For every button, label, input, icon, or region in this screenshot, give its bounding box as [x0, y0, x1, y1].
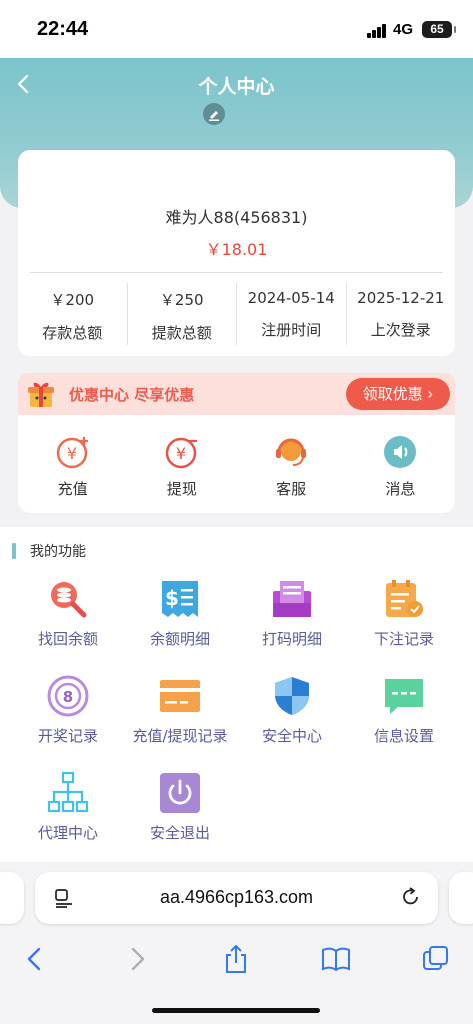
divider — [30, 272, 443, 273]
stat-last-login: 2025-12-21 上次登录 — [347, 283, 456, 345]
status-time: 22:44 — [37, 18, 89, 40]
lottery-ball-icon: 8 — [47, 675, 89, 717]
promo-banner: 优惠中心 尽享优惠 领取优惠 › — [18, 373, 455, 415]
quick-action-deposit[interactable]: ¥ 充值 — [18, 415, 127, 513]
withdraw-icon: ¥ — [165, 437, 197, 469]
quick-action-label: 消息 — [385, 480, 416, 498]
browser-back-icon[interactable] — [20, 944, 50, 974]
function-bet-code-detail[interactable]: 打码明细 — [236, 577, 348, 657]
svg-text:$: $ — [165, 586, 179, 610]
power-icon — [160, 773, 200, 813]
svg-text:¥: ¥ — [67, 444, 77, 463]
chat-icon — [385, 679, 423, 714]
quick-action-label: 提现 — [166, 480, 197, 498]
stat-label: 存款总额 — [42, 324, 103, 342]
profile-card: 难为人88(456831) ￥18.01 ￥200 存款总额 ￥250 提款总额… — [18, 150, 455, 356]
browser-bar: aa.4966cp163.com — [0, 862, 473, 1024]
shield-icon — [275, 677, 309, 715]
function-bet-records[interactable]: 下注记录 — [348, 577, 460, 657]
message-icon — [384, 436, 417, 468]
function-label: 找回余额 — [37, 630, 98, 648]
stat-value: ￥200 — [50, 291, 95, 309]
function-draw-records[interactable]: 8 开奖记录 — [12, 674, 124, 754]
page-title: 个人中心 — [198, 76, 275, 98]
quick-action-label: 客服 — [276, 480, 307, 498]
function-label: 下注记录 — [373, 630, 434, 648]
quick-actions: ¥ 充值 ¥ 提现 客服 消息 — [18, 415, 455, 513]
quick-action-withdraw[interactable]: ¥ 提现 — [127, 415, 236, 513]
browser-navbar — [0, 938, 473, 978]
function-deposit-withdraw-records[interactable]: 充值/提现记录 — [124, 674, 236, 754]
receipt-icon: $ — [162, 581, 198, 617]
stat-value: 2025-12-21 — [357, 289, 445, 307]
promo-text: 优惠中心 尽享优惠 — [69, 386, 195, 404]
chevron-right-icon: › — [427, 385, 434, 403]
gift-icon — [28, 382, 54, 407]
function-label: 信息设置 — [373, 727, 434, 745]
function-label: 安全中心 — [261, 727, 322, 745]
printer-icon — [273, 581, 311, 617]
clipboard-check-icon — [386, 580, 423, 617]
function-balance-detail[interactable]: $ 余额明细 — [124, 577, 236, 657]
search-coins-icon — [51, 582, 87, 618]
function-find-balance[interactable]: 找回余额 — [12, 577, 124, 657]
stat-label: 提款总额 — [151, 324, 212, 342]
username: 难为人88(456831) — [165, 208, 308, 227]
stat-register-date: 2024-05-14 注册时间 — [237, 283, 347, 345]
function-label: 充值/提现记录 — [132, 727, 228, 745]
balance: ￥18.01 — [205, 240, 268, 259]
quick-action-message[interactable]: 消息 — [346, 415, 455, 513]
url-text: aa.4966cp163.com — [159, 887, 314, 907]
quick-action-label: 充值 — [57, 480, 88, 498]
function-logout[interactable]: 安全退出 — [124, 771, 236, 851]
reload-icon[interactable] — [400, 886, 422, 908]
stat-value: ￥250 — [159, 291, 204, 309]
functions-section: 我的功能 找回余额 $ 余额明细 打码明细 下注记录 8 开奖记录 充值/提现记… — [0, 527, 473, 862]
claim-promo-button[interactable]: 领取优惠 › — [346, 378, 450, 410]
share-icon[interactable] — [221, 944, 251, 974]
customer-service-icon — [276, 438, 307, 466]
status-bar: 22:44 4G 65 — [0, 0, 473, 58]
function-info-settings[interactable]: 信息设置 — [348, 674, 460, 754]
stat-value: 2024-05-14 — [247, 289, 335, 307]
stat-deposit-total: ￥200 存款总额 — [18, 283, 128, 345]
previous-tab-edge[interactable] — [0, 872, 24, 924]
edit-icon[interactable] — [203, 103, 225, 125]
section-title: 我的功能 — [12, 541, 86, 561]
page: 22:44 4G 65 个人中心 难为人88(456831) ￥18.01 ￥2… — [0, 0, 473, 1024]
svg-text:8: 8 — [63, 688, 73, 706]
function-label: 安全退出 — [149, 824, 210, 842]
stat-withdraw-total: ￥250 提款总额 — [128, 283, 237, 345]
card-icon — [160, 680, 200, 712]
browser-forward-icon[interactable] — [122, 944, 152, 974]
function-label: 开奖记录 — [37, 727, 98, 745]
next-tab-edge[interactable] — [449, 872, 473, 924]
network-label: 4G — [393, 21, 414, 38]
battery-icon: 65 — [422, 21, 456, 38]
function-agent-center[interactable]: 代理中心 — [12, 771, 124, 851]
tabs-icon[interactable] — [421, 944, 451, 974]
function-label: 打码明细 — [261, 630, 322, 648]
address-bar[interactable]: aa.4966cp163.com — [35, 872, 438, 924]
function-security-center[interactable]: 安全中心 — [236, 674, 348, 754]
stat-label: 注册时间 — [261, 321, 322, 339]
claim-promo-label: 领取优惠 — [362, 385, 423, 403]
function-label: 代理中心 — [37, 824, 98, 842]
function-label: 余额明细 — [149, 630, 210, 648]
org-chart-icon — [47, 771, 89, 813]
home-indicator — [152, 1008, 320, 1013]
quick-action-support[interactable]: 客服 — [237, 415, 346, 513]
stat-label: 上次登录 — [370, 321, 431, 339]
deposit-icon: ¥ — [56, 437, 88, 469]
bookmarks-icon[interactable] — [321, 944, 351, 974]
signal-icon — [367, 24, 387, 38]
stats-row: ￥200 存款总额 ￥250 提款总额 2024-05-14 注册时间 2025… — [18, 283, 455, 345]
svg-text:¥: ¥ — [176, 444, 186, 463]
